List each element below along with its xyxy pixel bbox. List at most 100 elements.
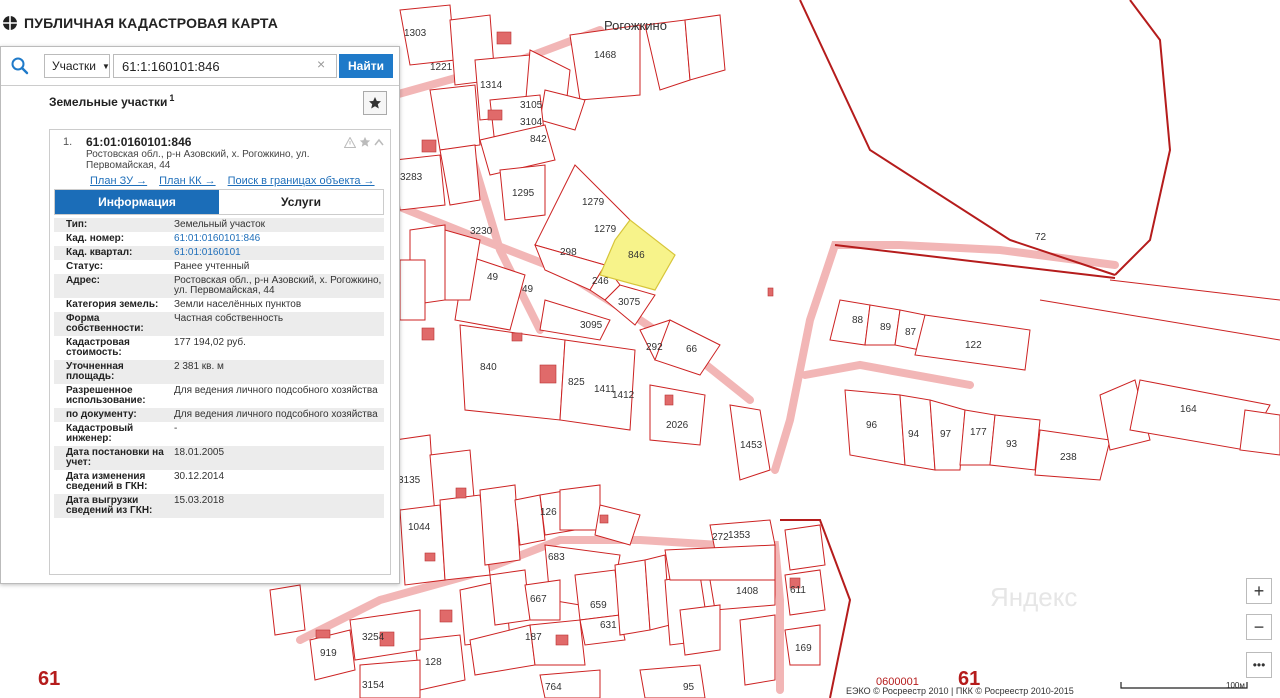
svg-text:3095: 3095 — [580, 320, 603, 331]
star-outline-icon[interactable] — [359, 136, 371, 148]
svg-text:1314: 1314 — [480, 80, 503, 91]
plan-zu-link[interactable]: План ЗУ → — [90, 175, 147, 187]
zoom-out-button[interactable]: − — [1246, 614, 1272, 640]
search-toggle-button[interactable] — [1, 47, 39, 85]
search-type-select[interactable]: Участки ▼ — [44, 54, 110, 78]
svg-text:3104: 3104 — [520, 117, 543, 128]
svg-text:1295: 1295 — [512, 188, 535, 199]
svg-text:96: 96 — [866, 420, 878, 431]
svg-text:93: 93 — [1006, 439, 1018, 450]
svg-text:94: 94 — [908, 429, 920, 440]
result-index: 1. — [63, 136, 73, 148]
svg-text:164: 164 — [1180, 404, 1197, 415]
app-title: ПУБЛИЧНАЯ КАДАСТРОВАЯ КАРТА — [24, 15, 279, 31]
info-row: Дата выгрузки сведений из ГКН: 15.03.2018 — [54, 494, 384, 518]
svg-text:3075: 3075 — [618, 297, 641, 308]
svg-text:177: 177 — [970, 427, 987, 438]
svg-text:1044: 1044 — [408, 522, 431, 533]
svg-text:87: 87 — [905, 327, 917, 338]
info-row: по документу: Для ведения личного подсобн… — [54, 408, 384, 422]
svg-text:611: 611 — [790, 585, 806, 596]
svg-text:3254: 3254 — [362, 632, 385, 643]
favorites-button[interactable] — [363, 91, 387, 115]
svg-text:169: 169 — [795, 643, 812, 654]
info-row: Кадастровая стоимость: 177 194,02 руб. — [66, 337, 246, 358]
result-cad-number[interactable]: 61:01:0160101:846 — [86, 135, 191, 149]
svg-text:238: 238 — [1060, 452, 1077, 463]
svg-text:631: 631 — [600, 620, 617, 631]
tab-information[interactable]: Информация — [55, 190, 219, 214]
svg-text:842: 842 — [530, 134, 547, 145]
scale-label: 100м — [1226, 681, 1245, 690]
svg-text:3154: 3154 — [362, 680, 385, 691]
svg-text:764: 764 — [545, 682, 562, 693]
village-label: Рогожкино — [604, 18, 667, 33]
rosreestr-logo-icon — [3, 16, 17, 30]
map-credits: ЕЭКО © Росреестр 2010 | ПКК © Росреестр … — [846, 686, 1074, 696]
info-row: Уточненная площадь: 2 381 кв. м — [54, 360, 384, 384]
info-row: Статус: Ранее учтенный — [66, 261, 250, 272]
svg-text:1353: 1353 — [728, 530, 751, 541]
svg-text:97: 97 — [940, 429, 952, 440]
zoom-in-button[interactable]: + — [1246, 578, 1272, 604]
svg-text:3105: 3105 — [520, 100, 543, 111]
search-icon — [11, 57, 29, 75]
info-row: Дата постановки на учет: 18.01.2005 — [54, 446, 384, 470]
search-bar: Участки ▼ × Найти — [1, 47, 399, 86]
svg-text:1279: 1279 — [582, 197, 605, 208]
svg-text:3283: 3283 — [400, 172, 423, 183]
search-input[interactable] — [113, 54, 337, 78]
info-row: Форма собственности: Частная собственност… — [54, 312, 384, 336]
info-row: Дата изменения сведений в ГКН: 30.12.2014 — [66, 471, 225, 492]
app-header: ПУБЛИЧНАЯ КАДАСТРОВАЯ КАРТА — [0, 10, 278, 36]
result-card[interactable]: 1. 61:01:0160101:846 Ростовская обл., р-… — [49, 129, 391, 575]
results-count: 1 — [169, 93, 175, 103]
results-title: Земельные участки 1 — [49, 93, 175, 109]
svg-text:1279: 1279 — [594, 224, 617, 235]
svg-text:683: 683 — [548, 552, 565, 563]
svg-text:122: 122 — [965, 340, 982, 351]
result-address: Ростовская обл., р-н Азовский, х. Рогожк… — [86, 149, 310, 171]
tab-services[interactable]: Услуги — [219, 190, 383, 214]
chevron-up-icon[interactable] — [374, 138, 384, 146]
svg-text:88: 88 — [852, 315, 864, 326]
clear-icon[interactable]: × — [317, 56, 325, 72]
search-within-link[interactable]: Поиск в границах объекта → — [228, 175, 375, 187]
warning-icon[interactable] — [344, 136, 356, 148]
cad-quarter-link[interactable]: 61:01:0160101 — [174, 248, 384, 258]
svg-text:292: 292 — [646, 342, 663, 353]
star-icon — [369, 97, 381, 109]
svg-text:187: 187 — [525, 632, 542, 643]
info-row: Тип: Земельный участок — [54, 218, 384, 232]
result-links: План ЗУ → План КК → Поиск в границах объ… — [90, 175, 375, 187]
svg-text:825: 825 — [568, 377, 585, 388]
find-button[interactable]: Найти — [339, 54, 393, 78]
svg-text:1468: 1468 — [594, 50, 617, 61]
svg-text:128: 128 — [425, 657, 442, 668]
search-type-label: Участки — [52, 59, 96, 73]
plan-kk-link[interactable]: План КК → — [159, 175, 215, 187]
svg-text:667: 667 — [530, 594, 547, 605]
info-row: Кад. номер: 61:01:0160101:846 — [54, 232, 384, 246]
svg-text:95: 95 — [683, 682, 695, 693]
svg-text:89: 89 — [880, 322, 892, 333]
svg-text:49: 49 — [522, 284, 534, 295]
info-row: Категория земель: Земли населённых пункто… — [66, 299, 302, 310]
svg-text:1412: 1412 — [612, 390, 635, 401]
svg-text:1303: 1303 — [404, 28, 427, 39]
map-watermark: Яндекс — [990, 582, 1078, 612]
svg-text:3135: 3135 — [398, 475, 421, 486]
svg-text:298: 298 — [560, 247, 577, 258]
more-options-button[interactable]: ••• — [1246, 652, 1272, 678]
chevron-down-icon: ▼ — [102, 61, 110, 71]
svg-text:1453: 1453 — [740, 440, 763, 451]
search-panel: Участки ▼ × Найти Земельные участки1 1. … — [0, 46, 400, 584]
svg-text:272: 272 — [712, 532, 729, 543]
info-row: Разрешенное использование: Для ведения ли… — [66, 385, 378, 406]
svg-text:1221: 1221 — [430, 62, 453, 73]
result-tabs: Информация Услуги — [54, 189, 384, 215]
cad-number-link[interactable]: 61:01:0160101:846 — [174, 234, 384, 244]
svg-text:66: 66 — [686, 344, 698, 355]
svg-text:2026: 2026 — [666, 420, 689, 431]
svg-text:49: 49 — [487, 272, 499, 283]
